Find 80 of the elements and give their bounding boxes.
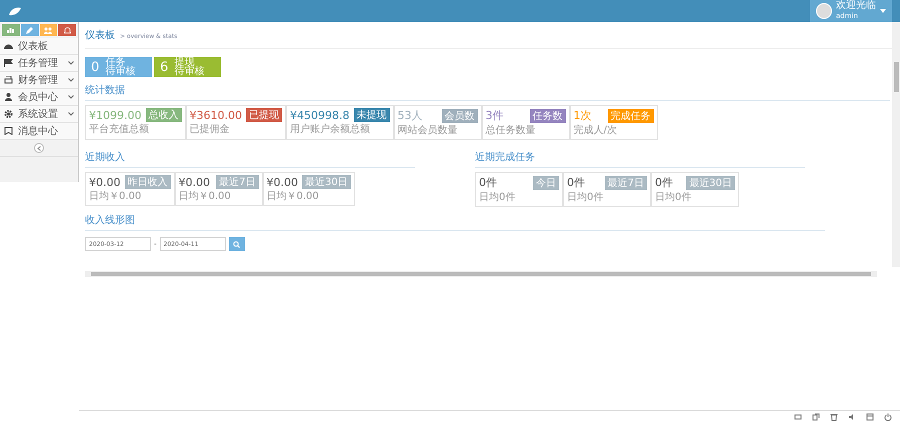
- user-icon: [4, 93, 13, 101]
- stat-label: 网站会员数量: [398, 124, 458, 137]
- stat-badge: 已提现: [246, 108, 282, 122]
- stat-label: 完成人/次: [574, 124, 618, 137]
- stat-badge: 任务数: [530, 108, 566, 122]
- stat-value: 1次: [574, 108, 592, 123]
- stat-value: 0件: [479, 175, 497, 190]
- menu-item[interactable]: 消息中心: [0, 123, 78, 140]
- daily-average: 日均0件: [655, 191, 692, 204]
- stat-value: 53人: [398, 108, 422, 123]
- menu-item[interactable]: 系统设置: [0, 106, 78, 123]
- menu-item[interactable]: 仪表板: [0, 38, 78, 55]
- stat-value: ¥450998.8: [290, 108, 350, 122]
- avatar-icon: [816, 3, 832, 19]
- daily-average: 日均￥0.00: [89, 190, 142, 203]
- stat-value: ¥0.00: [89, 176, 120, 188]
- shortcut-button[interactable]: [20, 24, 38, 36]
- pencil-icon: [26, 26, 34, 34]
- settings-icon: [4, 110, 13, 118]
- daily-average: 日均￥0.00: [178, 190, 232, 203]
- pending-count: 6: [160, 60, 168, 74]
- horizontal-scrollbar[interactable]: [85, 271, 877, 277]
- stat-badge: 完成任务: [608, 108, 654, 122]
- section-title: 收入线形图: [85, 210, 825, 231]
- vertical-scrollbar[interactable]: [892, 22, 900, 267]
- period-badge: 最近30日: [686, 176, 735, 190]
- chart-icon: [7, 27, 14, 33]
- stat-badge: 未提现: [354, 108, 390, 122]
- stat-label: 用户账户余额总额: [290, 122, 371, 136]
- stat-value: 0件: [567, 175, 585, 190]
- pending-status: 待审核: [105, 67, 136, 76]
- page-title: 仪表板: [85, 28, 115, 42]
- menu-item[interactable]: 会员中心: [0, 89, 78, 106]
- period-badge: 今日: [533, 176, 559, 190]
- stat-value: ¥0.00: [266, 176, 298, 188]
- period-badge: 最近30日: [302, 175, 351, 189]
- daily-average: 日均0件: [479, 191, 516, 204]
- shortcut-button[interactable]: [2, 24, 20, 36]
- section-title: 近期收入: [85, 147, 415, 168]
- copy-icon[interactable]: [812, 413, 820, 421]
- users-icon: [44, 26, 52, 34]
- collapse-button[interactable]: [34, 143, 44, 153]
- daily-average: 日均0件: [567, 191, 604, 204]
- period-badge: 最近7日: [604, 176, 647, 190]
- daily-average: 日均￥0.00: [266, 190, 320, 203]
- stat-label: 已提佣金: [190, 123, 230, 136]
- menu-item[interactable]: 财务管理: [0, 72, 78, 89]
- stat-value: ¥3610.00: [190, 108, 242, 122]
- pending-status: 待审核: [174, 67, 204, 76]
- flag-icon: [4, 59, 13, 67]
- stat-value: 0件: [655, 175, 673, 190]
- shortcut-button[interactable]: [58, 24, 76, 36]
- search-button[interactable]: [228, 237, 245, 251]
- stat-value: 3件: [486, 108, 504, 123]
- stat-label: 平台充值总额: [89, 122, 150, 136]
- pending-count: 0: [91, 60, 100, 74]
- sound-icon[interactable]: [848, 413, 856, 421]
- menu-item[interactable]: 任务管理: [0, 55, 78, 72]
- pending-label: 提现: [174, 58, 194, 67]
- leaf-icon: [8, 6, 22, 16]
- chevron-left-icon: [37, 146, 41, 150]
- pending-label: 任务: [105, 58, 126, 67]
- section-title: 近期完成任务: [475, 147, 805, 168]
- period-badge: 昨日收入: [124, 175, 170, 189]
- period-badge: 最近7日: [216, 175, 258, 189]
- trash-icon[interactable]: [830, 413, 838, 421]
- book-icon: [4, 127, 13, 135]
- printer-icon: [4, 76, 13, 84]
- power-icon[interactable]: [884, 413, 892, 421]
- stat-badge: 总收入: [146, 108, 182, 122]
- search-icon: [233, 240, 240, 248]
- stat-badge: 会员数: [442, 108, 478, 122]
- window-icon[interactable]: [866, 413, 874, 421]
- bell-icon: [64, 26, 71, 34]
- caret-icon: [880, 9, 886, 13]
- section-title: 统计数据: [85, 80, 890, 101]
- stat-label: 总任务数量: [486, 124, 536, 137]
- gauge-icon: [4, 42, 13, 50]
- stat-value: ¥1099.00: [89, 108, 142, 122]
- stat-value: ¥0.00: [178, 176, 210, 188]
